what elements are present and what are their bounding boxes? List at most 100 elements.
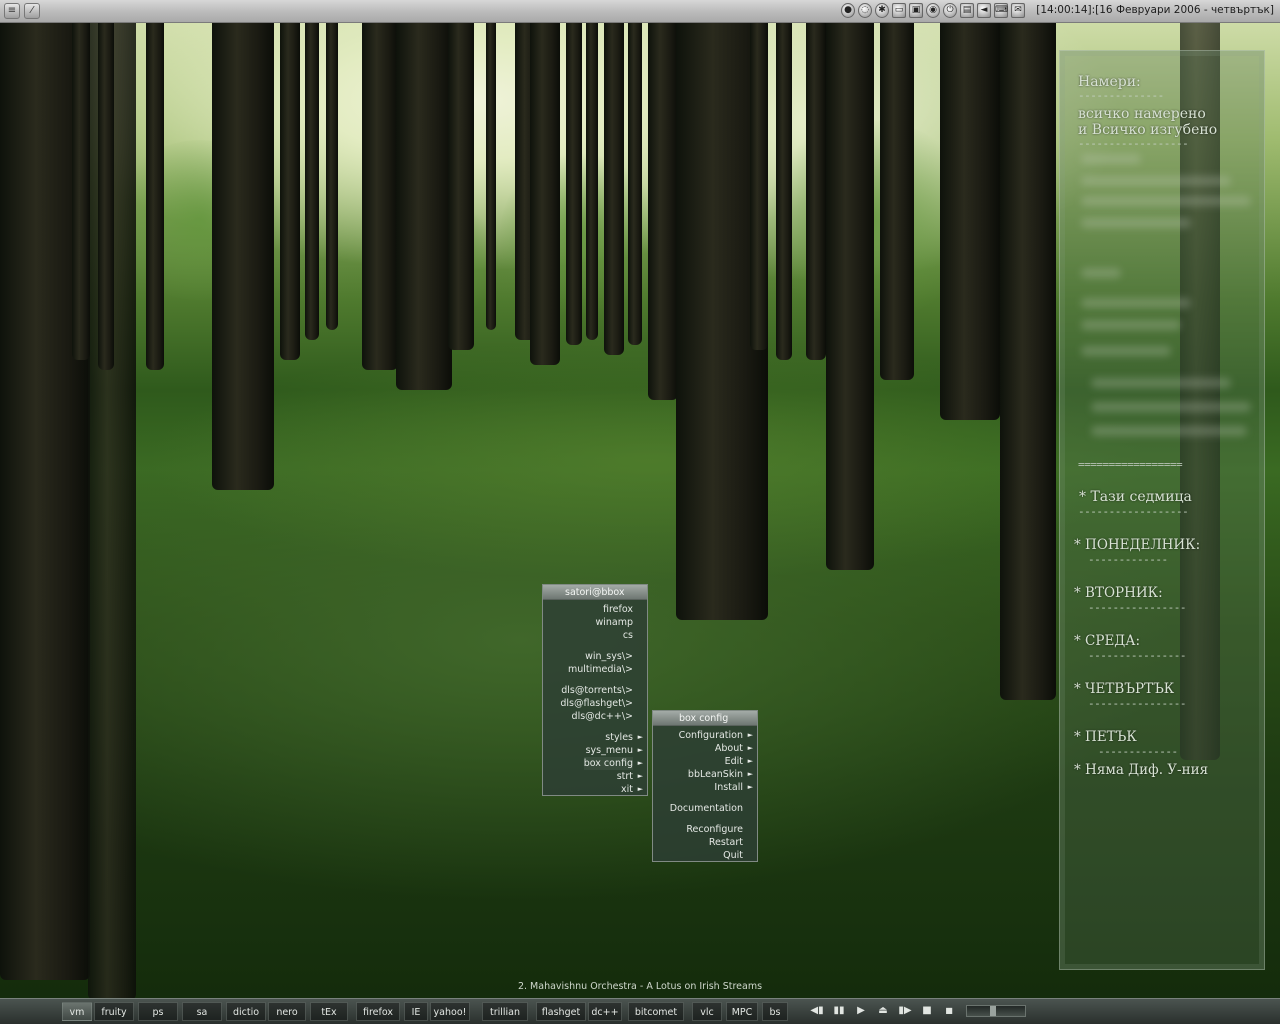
menu-item-dls-flashget[interactable]: dls@flashget\>: [560, 697, 633, 710]
task-fruity[interactable]: fruity: [94, 1002, 134, 1021]
blurred-line: [1081, 320, 1181, 330]
task-ps[interactable]: ps: [138, 1002, 178, 1021]
root-menu-title[interactable]: satori@bbox: [543, 585, 647, 600]
task-mpc[interactable]: MPC: [726, 1002, 758, 1021]
menu-item-sys-menu[interactable]: sys_menu: [586, 744, 633, 757]
submenu-arrow-icon: ►: [637, 785, 643, 793]
prev-icon[interactable]: ◀▮: [810, 1004, 824, 1018]
menu-item-edit[interactable]: Edit: [725, 755, 743, 768]
menu-item-restart[interactable]: Restart: [709, 836, 743, 849]
taskbar: vm fruity ps sa dictio nero tEx firefox …: [0, 998, 1280, 1024]
blurred-line: [1081, 218, 1191, 228]
clock-date[interactable]: [14:00:14]:[16 Февруари 2006 - четвъртък…: [1036, 4, 1274, 16]
doc-icon[interactable]: ▤: [960, 3, 974, 18]
firefox-icon[interactable]: ◉: [926, 3, 940, 18]
blurred-line: [1081, 346, 1171, 356]
day-underline: ----------------: [1088, 649, 1186, 662]
tree-trunk: [72, 0, 90, 360]
panel-line-underline: ------------------: [1078, 137, 1189, 150]
panel-last-item: * Няма Диф. У-ния: [1074, 762, 1209, 778]
workspace-icon[interactable]: ⁄: [24, 3, 40, 19]
task-dcpp[interactable]: dc++: [588, 1002, 622, 1021]
menu-item-win-sys[interactable]: win_sys\>: [585, 650, 633, 663]
now-playing-text: 2. Mahavishnu Orchestra - A Lotus on Iri…: [517, 981, 763, 992]
power-icon[interactable]: ⏻: [943, 3, 957, 18]
box-config-menu-title[interactable]: box config: [653, 711, 757, 726]
blurred-line: [1081, 298, 1191, 308]
task-tex[interactable]: tEx: [310, 1002, 348, 1021]
tree-trunk: [448, 0, 474, 350]
task-vm[interactable]: vm: [62, 1002, 92, 1021]
panel-heading: Намери:: [1078, 74, 1141, 90]
tree-trunk: [280, 0, 300, 360]
mail-icon[interactable]: ✉: [1011, 3, 1025, 18]
stop-icon[interactable]: ■: [920, 1004, 934, 1018]
menu-item-about[interactable]: About: [715, 742, 743, 755]
tree-trunk: [628, 0, 642, 345]
tree-trunk: [326, 0, 338, 330]
panel-line: всичко намерено: [1078, 106, 1206, 122]
tree-trunk: [648, 0, 678, 400]
menu-item-dls-dcpp[interactable]: dls@dc++\>: [572, 710, 633, 723]
eject-icon[interactable]: ⏏: [876, 1004, 890, 1018]
task-sa[interactable]: sa: [182, 1002, 222, 1021]
menu-item-winamp[interactable]: winamp: [595, 616, 633, 629]
menu-item-install[interactable]: Install: [714, 781, 743, 794]
menu-item-reconfigure[interactable]: Reconfigure: [686, 823, 743, 836]
task-trillian[interactable]: trillian: [482, 1002, 528, 1021]
day-tuesday: * ВТОРНИК:: [1074, 585, 1163, 601]
stop-small-icon[interactable]: ■: [942, 1004, 956, 1018]
network-icon[interactable]: ◌: [858, 3, 872, 18]
display-icon[interactable]: ▭: [892, 3, 906, 18]
next-icon[interactable]: ▮▶: [898, 1004, 912, 1018]
task-yahoo[interactable]: yahoo!: [430, 1002, 470, 1021]
menu-item-configuration[interactable]: Configuration: [679, 729, 743, 742]
blurred-line: [1081, 268, 1121, 278]
day-underline: -------------: [1098, 745, 1178, 758]
tree-trunk: [98, 0, 114, 370]
pause-icon[interactable]: ▮▮: [832, 1004, 846, 1018]
menu-item-multimedia[interactable]: multimedia\>: [568, 663, 633, 676]
task-nero[interactable]: nero: [268, 1002, 306, 1021]
tree-trunk: [305, 0, 319, 340]
menu-item-box-config[interactable]: box config: [583, 757, 633, 770]
submenu-arrow-icon: ►: [747, 731, 753, 739]
task-flashget[interactable]: flashget: [536, 1002, 586, 1021]
task-firefox[interactable]: firefox: [356, 1002, 400, 1021]
image-icon[interactable]: ▣: [909, 3, 923, 18]
submenu-arrow-icon: ►: [637, 772, 643, 780]
menu-item-styles[interactable]: styles: [605, 731, 633, 744]
task-bs[interactable]: bs: [762, 1002, 788, 1021]
volume-slider[interactable]: [966, 1005, 1026, 1017]
menu-item-dls-torrents[interactable]: dls@torrents\>: [561, 684, 633, 697]
day-monday: * ПОНЕДЕЛНИК:: [1074, 537, 1201, 553]
play-icon[interactable]: ▶: [854, 1004, 868, 1018]
tree-trunk: [880, 0, 914, 380]
task-dictio[interactable]: dictio: [226, 1002, 266, 1021]
menu-item-bbleanskin[interactable]: bbLeanSkin: [688, 768, 743, 781]
panel-line: и Всичко изгубено: [1078, 122, 1218, 138]
tree-trunk: [604, 0, 624, 355]
menu-item-documentation[interactable]: Documentation: [670, 802, 743, 815]
task-ie[interactable]: IE: [404, 1002, 428, 1021]
system-tray: ● ◌ ✱ ▭ ▣ ◉ ⏻ ▤ ◄ ⌨ ✉: [841, 3, 1025, 18]
keyboard-icon[interactable]: ⌨: [994, 3, 1008, 18]
menu-item-xit[interactable]: xit: [621, 783, 633, 796]
menu-item-cs[interactable]: cs: [623, 629, 633, 642]
root-menu: satori@bbox firefox winamp cs win_sys\> …: [542, 584, 648, 796]
settings-icon[interactable]: ✱: [875, 3, 889, 18]
tree-trunk: [586, 0, 598, 340]
globe-icon[interactable]: ●: [841, 3, 855, 18]
tree-trunk: [146, 0, 164, 370]
menu-item-quit[interactable]: Quit: [723, 849, 743, 862]
blackbox-menu-icon[interactable]: ≡: [4, 3, 20, 19]
tree-trunk: [806, 0, 826, 360]
volume-slider-knob[interactable]: [990, 1006, 996, 1016]
blurred-line: [1081, 176, 1231, 186]
menu-item-firefox[interactable]: firefox: [603, 603, 633, 616]
tree-trunk: [362, 0, 398, 370]
task-vlc[interactable]: vlc: [692, 1002, 722, 1021]
task-bitcomet[interactable]: bitcomet: [628, 1002, 684, 1021]
volume-icon[interactable]: ◄: [977, 3, 991, 18]
menu-item-strt[interactable]: strt: [617, 770, 633, 783]
